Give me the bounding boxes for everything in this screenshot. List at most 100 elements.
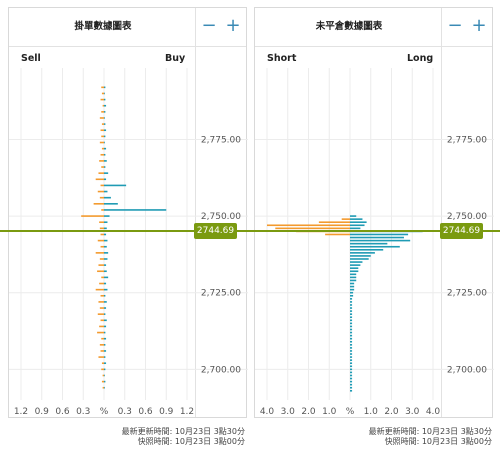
bar-sell — [102, 386, 104, 389]
bar-long — [350, 224, 365, 227]
bar-buy — [104, 117, 105, 119]
bar-sell — [95, 288, 104, 291]
bar-buy — [104, 135, 106, 138]
bar-sell — [101, 276, 104, 279]
bar-long — [350, 310, 353, 312]
timestamps-right: 最新更新時間: 10月23日 3點30分 快照時間: 10月23日 3點00分 — [369, 427, 492, 447]
x-tick-label: 0.6 — [55, 407, 70, 417]
bar-long — [350, 273, 357, 276]
bar-buy — [104, 344, 106, 346]
bar-long — [350, 313, 353, 315]
bar-sell — [99, 282, 104, 285]
bar-long — [350, 386, 353, 389]
y-tick-label: 2,775.00 — [201, 135, 241, 145]
bar-sell — [93, 203, 104, 205]
bar-long — [350, 328, 353, 331]
bar-long — [350, 298, 353, 300]
bar-sell — [100, 294, 104, 297]
bar-long — [350, 307, 353, 309]
y-tick-label: 2,725.00 — [201, 289, 241, 299]
bar-long — [350, 245, 400, 248]
x-tick-label: 0.3 — [76, 407, 90, 417]
bar-long — [350, 236, 404, 239]
bar-buy — [104, 362, 107, 365]
bar-long — [350, 325, 353, 328]
bar-long — [350, 365, 353, 368]
x-tick-label: 1.0 — [364, 407, 379, 417]
bar-sell — [101, 92, 104, 95]
bar-buy — [104, 184, 127, 187]
current-price-tag: 2744.69 — [440, 223, 483, 239]
bar-short — [267, 224, 350, 227]
bar-sell — [99, 325, 104, 328]
bar-buy — [104, 294, 106, 297]
x-tick-label: 0.6 — [138, 407, 153, 417]
bar-long — [350, 337, 353, 340]
bar-long — [350, 377, 353, 380]
bar-sell — [97, 190, 104, 193]
y-tick-label: 2,750.00 — [447, 212, 487, 222]
bar-sell — [99, 117, 104, 119]
bar-sell — [98, 301, 104, 303]
position-book-panel: 未平倉數據圖表 − + Short Long 4.0 3.0 2.0 1.0% 1.0 2… — [254, 7, 494, 418]
snapshot-time-text: 快照時間: 10月23日 3點00分 — [137, 437, 245, 446]
bar-sell — [97, 270, 104, 273]
bar-long — [350, 390, 353, 392]
bar-sell — [101, 123, 104, 125]
bar-buy — [104, 104, 107, 107]
bar-sell — [100, 129, 104, 132]
bar-sell — [99, 307, 104, 309]
bar-sell — [100, 233, 104, 236]
order-book-panel: 掛單數據圖表 − + Sell Buy 1.2 0.9 0.6 0.3% 0.3 0.6 0… — [8, 7, 248, 418]
bar-long — [350, 227, 361, 230]
bar-buy — [104, 301, 107, 303]
bar-long — [350, 383, 353, 386]
bar-long — [350, 316, 353, 319]
bar-buy — [104, 319, 107, 322]
bar-long — [350, 252, 375, 254]
bar-buy — [104, 276, 109, 279]
x-tick-label: 3.0 — [281, 407, 296, 417]
bar-buy — [104, 313, 106, 315]
bar-buy — [104, 141, 105, 144]
bar-long — [350, 301, 353, 303]
bar-long — [350, 344, 353, 346]
bar-long — [350, 319, 353, 322]
bar-buy — [104, 380, 106, 383]
position-book-chart: 4.0 3.0 2.0 1.0% 1.0 2.0 3.0 4.0 2,775.00 2,750.0… — [255, 68, 494, 417]
bar-sell — [100, 319, 104, 322]
bar-buy — [104, 252, 109, 254]
bar-sell — [100, 98, 104, 101]
bar-long — [350, 276, 357, 279]
bar-sell — [101, 368, 104, 371]
bar-short — [341, 218, 350, 220]
bar-long — [350, 304, 353, 306]
y-tick-label: 2,700.00 — [447, 365, 487, 375]
bar-short — [325, 233, 350, 236]
bar-sell — [95, 252, 104, 254]
y-tick-label: 2,750.00 — [201, 212, 241, 222]
x-tick-label: % — [346, 407, 355, 417]
last-updated-text: 最新更新時間: 10月23日 3點30分 — [368, 427, 492, 436]
x-tick-label: 0.3 — [118, 407, 132, 417]
bar-buy — [104, 123, 106, 125]
snapshot-time-text: 快照時間: 10月23日 3點00分 — [384, 437, 492, 446]
bar-long — [350, 215, 357, 217]
bar-sell — [99, 160, 104, 162]
bar-long — [350, 356, 353, 358]
bar-buy — [104, 196, 111, 199]
bar-buy — [104, 166, 106, 168]
bar-buy — [104, 386, 105, 389]
bar-buy — [104, 215, 110, 217]
bar-long — [350, 368, 353, 371]
bar-short — [318, 221, 350, 224]
bar-sell — [101, 135, 104, 138]
bar-long — [350, 264, 361, 266]
bar-sell — [99, 258, 104, 260]
bar-buy — [104, 86, 106, 89]
x-tick-label: 2.0 — [384, 407, 399, 417]
x-tick-label: 3.0 — [405, 407, 420, 417]
bar-sell — [99, 141, 104, 144]
bar-sell — [101, 362, 104, 365]
bar-buy — [104, 270, 107, 273]
